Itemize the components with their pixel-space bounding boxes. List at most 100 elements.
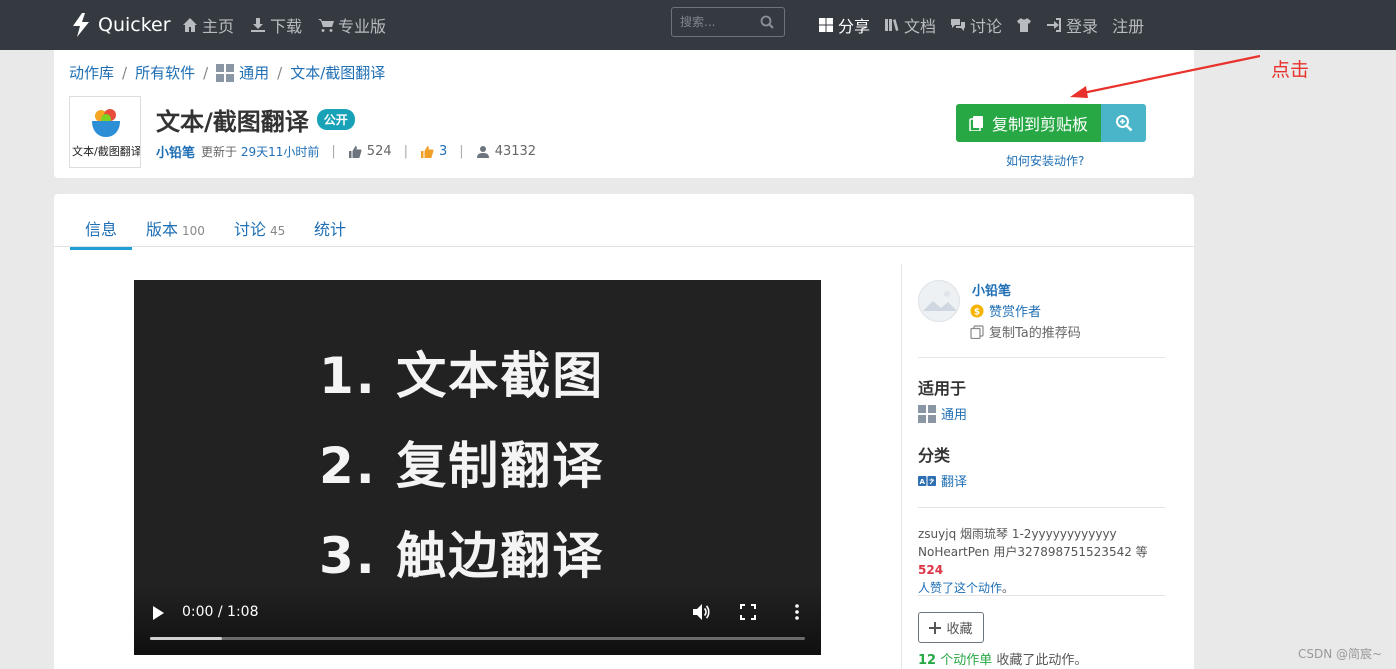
svg-text:A: A [919,478,925,486]
fav-lists-link[interactable]: 个动作单 [940,653,992,668]
thumbs-up-icon [348,145,362,158]
users-count: 43132 [494,144,537,159]
more-options-icon[interactable] [791,603,803,621]
video-progress-track[interactable] [150,637,805,640]
copy-to-clipboard-button[interactable]: 复制到剪贴板 [956,104,1101,142]
breadcrumb-current[interactable]: 文本/截图翻译 [290,62,385,83]
tab-discussion-count: 45 [270,224,286,238]
nav-pro[interactable]: 专业版 [318,13,386,37]
annotation-click-label: 点击 [1271,59,1310,81]
plus-icon [929,621,942,634]
author-link[interactable]: 小铅笔 [156,142,195,161]
tab-versions[interactable]: 版本 100 [146,216,205,240]
action-thumbnail: 文本/截图翻译 [69,96,141,168]
sidebar-author-name[interactable]: 小铅笔 [972,280,1011,299]
update-info: 更新于 29天11小时前 [201,143,319,160]
applies-to-value: 通用 [941,408,968,423]
search-box [671,7,785,37]
how-to-install-link[interactable]: 如何安装动作? [1006,152,1084,169]
nav-shop[interactable] [1016,17,1032,33]
likes-count: 524 [366,144,392,159]
home-icon [183,18,197,32]
likers-count: 524 [918,563,944,577]
tab-versions-count: 100 [182,224,205,238]
copy-icon [969,115,983,131]
nav-register[interactable]: 注册 [1112,13,1144,37]
windows-icon [819,18,833,32]
brand-name: Quicker [98,14,171,36]
breadcrumb-all-software[interactable]: 所有软件 [135,62,195,83]
refcode-label: 复制Ta的推荐码 [989,326,1081,341]
bolt-icon [73,13,89,37]
top-navbar: Quicker 主页 下载 专业版 分享 文档 讨论 [0,0,1396,50]
likes-stat[interactable]: 524 [348,144,392,159]
breadcrumb-general[interactable]: 通用 [239,62,269,83]
video-controls: 0:00 / 1:08 [134,585,821,655]
votes-stat[interactable]: 3 [420,144,447,159]
updated-time: 29天11小时前 [240,145,320,159]
applies-to-general-link[interactable]: 通用 [918,404,967,423]
favorite-button[interactable]: 收藏 [918,612,984,643]
nav-discuss[interactable]: 讨论 [950,13,1002,37]
translate-icon: A [918,475,936,486]
video-text-line-2: 2. 复制翻译 [319,437,605,495]
sidebar-divider [918,595,1165,596]
brand-logo[interactable]: Quicker [70,10,171,40]
meta-divider: | [331,144,336,159]
action-title: 文本/截图翻译 [156,108,309,136]
video-player[interactable]: 1. 文本截图 2. 复制翻译 3. 触边翻译 0:00 / 1:08 [134,280,821,655]
tab-info[interactable]: 信息 [70,216,133,250]
tab-versions-label: 版本 [146,220,179,239]
breadcrumb-separator: / [277,63,283,82]
likers-period: 。 [1002,581,1015,595]
thumbs-up-orange-icon [421,145,434,158]
avatar[interactable] [918,280,960,322]
action-header-card: 动作库 / 所有软件 / 通用 / 文本/截图翻译 文本/截图翻译 文本/截图翻… [54,50,1194,178]
reward-author-link[interactable]: $ 赞赏作者 [970,301,1041,320]
tab-stats[interactable]: 统计 [314,216,346,240]
public-badge: 公开 [316,109,355,130]
fullscreen-icon[interactable] [740,604,756,620]
tab-discussion[interactable]: 讨论 45 [234,216,285,240]
detail-tabs: 信息 版本 100 讨论 45 统计 [54,194,1194,250]
likers-link[interactable]: 人赞了这个动作 [918,581,1002,595]
search-input[interactable] [672,8,756,36]
meta-divider: | [459,144,464,159]
updated-prefix: 更新于 [201,145,238,159]
bowl-icon [92,109,120,137]
votes-count: 3 [439,144,448,159]
copy-button-label: 复制到剪贴板 [991,115,1088,134]
nav-download[interactable]: 下载 [250,13,302,37]
nav-login[interactable]: 登录 [1046,13,1098,37]
copy-refcode-link[interactable]: 复制Ta的推荐码 [970,322,1081,341]
breadcrumb-action-library[interactable]: 动作库 [69,62,114,83]
nav-share[interactable]: 分享 [818,13,870,37]
nav-home[interactable]: 主页 [182,13,234,37]
applies-to-heading: 适用于 [918,379,967,398]
likers-line-2: NoHeartPen 用户327898751523542 等 524 [918,543,1165,579]
play-icon[interactable] [152,606,164,620]
tab-info-label: 信息 [85,220,118,239]
fav-count: 12 [918,653,937,668]
category-translate-link[interactable]: A 翻译 [918,471,967,490]
login-icon [1047,18,1062,32]
chat-icon [951,19,966,31]
video-progress-fill [150,637,223,640]
red-arrow-annotation [1070,54,1261,98]
volume-icon[interactable] [692,603,710,621]
likers-line-1: zsuyjq 烟雨琉琴 1-2yyyyyyyyyyyy [918,527,1117,541]
category-heading: 分类 [918,446,951,465]
search-icon[interactable] [760,15,774,29]
category-value: 翻译 [941,475,968,490]
tshirt-icon [1017,18,1032,32]
csdn-watermark: CSDN @简宸~ [1298,647,1383,661]
action-meta: 小铅笔 更新于 29天11小时前 | 524 | 3 | 43132 [156,142,536,161]
meta-divider: | [403,144,409,159]
nav-docs[interactable]: 文档 [884,13,936,37]
video-text-line-1: 1. 文本截图 [319,347,605,405]
nav-pro-label: 专业版 [338,17,387,36]
preview-zoom-button[interactable] [1101,104,1146,142]
windows-grid-icon [918,404,936,423]
copy-outline-icon [970,324,984,339]
likers-summary: zsuyjq 烟雨琉琴 1-2yyyyyyyyyyyy NoHeartPen 用… [918,525,1165,597]
